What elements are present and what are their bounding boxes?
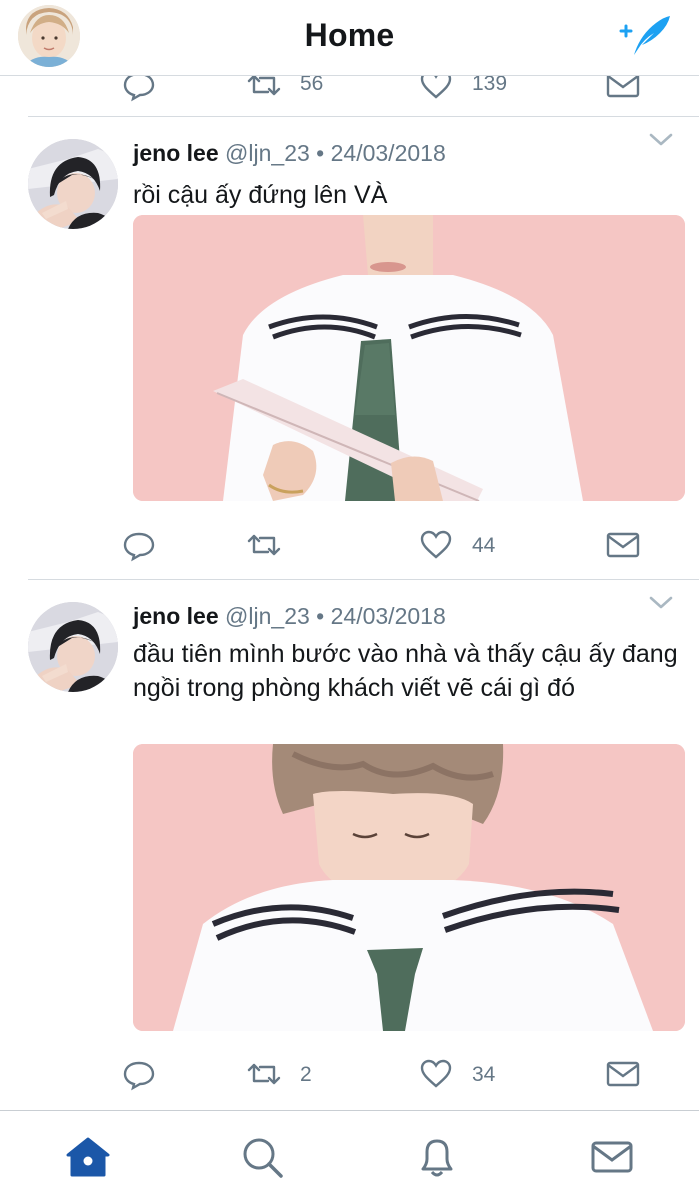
tweet-header: jeno lee @ljn_23 • 24/03/2018 <box>133 603 446 630</box>
tweet-text: đầu tiên mình bước vào nhà và thấy cậu ấ… <box>133 640 678 702</box>
compose-tweet-icon <box>619 16 670 55</box>
tweet-options-chevron-icon[interactable] <box>648 132 674 148</box>
home-timeline-screen: Home 56 139 jeno lee @ljn_23 • 24/03/201… <box>0 0 699 1200</box>
notifications-icon[interactable] <box>413 1133 461 1181</box>
like-icon[interactable] <box>419 528 453 567</box>
tweet-date: 24/03/2018 <box>330 603 446 629</box>
meta-separator: • <box>316 603 325 629</box>
author-handle[interactable]: @ljn_23 <box>225 603 310 629</box>
like-icon[interactable] <box>419 1057 453 1096</box>
tweet-date: 24/03/2018 <box>330 140 446 166</box>
compose-tweet-button[interactable] <box>614 11 672 59</box>
share-dm-icon[interactable] <box>605 1057 641 1096</box>
search-icon[interactable] <box>238 1133 286 1181</box>
tweet-text: rồi cậu ấy đứng lên VÀ <box>133 181 388 209</box>
tweet-card[interactable]: jeno lee @ljn_23 • 24/03/2018 rồi cậu ấy… <box>0 117 699 579</box>
author-avatar[interactable] <box>28 602 118 692</box>
author-avatar[interactable] <box>28 139 118 229</box>
share-dm-icon[interactable] <box>605 528 641 567</box>
author-name[interactable]: jeno lee <box>133 140 219 166</box>
home-icon[interactable] <box>64 1133 112 1181</box>
reply-icon[interactable] <box>122 1057 156 1096</box>
like-count: 34 <box>472 1063 496 1086</box>
retweet-count: 2 <box>300 1063 312 1086</box>
top-bar: Home <box>0 0 699 76</box>
tweet-options-chevron-icon[interactable] <box>648 595 674 611</box>
like-count: 44 <box>472 534 496 557</box>
page-title: Home <box>304 17 395 53</box>
tweet-card[interactable]: jeno lee @ljn_23 • 24/03/2018 đầu tiên m… <box>0 580 699 1109</box>
tweet-media-photo[interactable] <box>133 215 685 501</box>
tweet-header: jeno lee @ljn_23 • 24/03/2018 <box>133 140 446 167</box>
bottom-tab-bar <box>0 1110 699 1200</box>
messages-icon[interactable] <box>588 1133 636 1181</box>
reply-icon[interactable] <box>122 528 156 567</box>
meta-separator: • <box>316 140 325 166</box>
author-handle[interactable]: @ljn_23 <box>225 140 310 166</box>
retweet-icon[interactable] <box>246 1057 282 1096</box>
author-name[interactable]: jeno lee <box>133 603 219 629</box>
retweet-icon[interactable] <box>246 528 282 567</box>
tweet-media-photo[interactable] <box>133 744 685 1031</box>
